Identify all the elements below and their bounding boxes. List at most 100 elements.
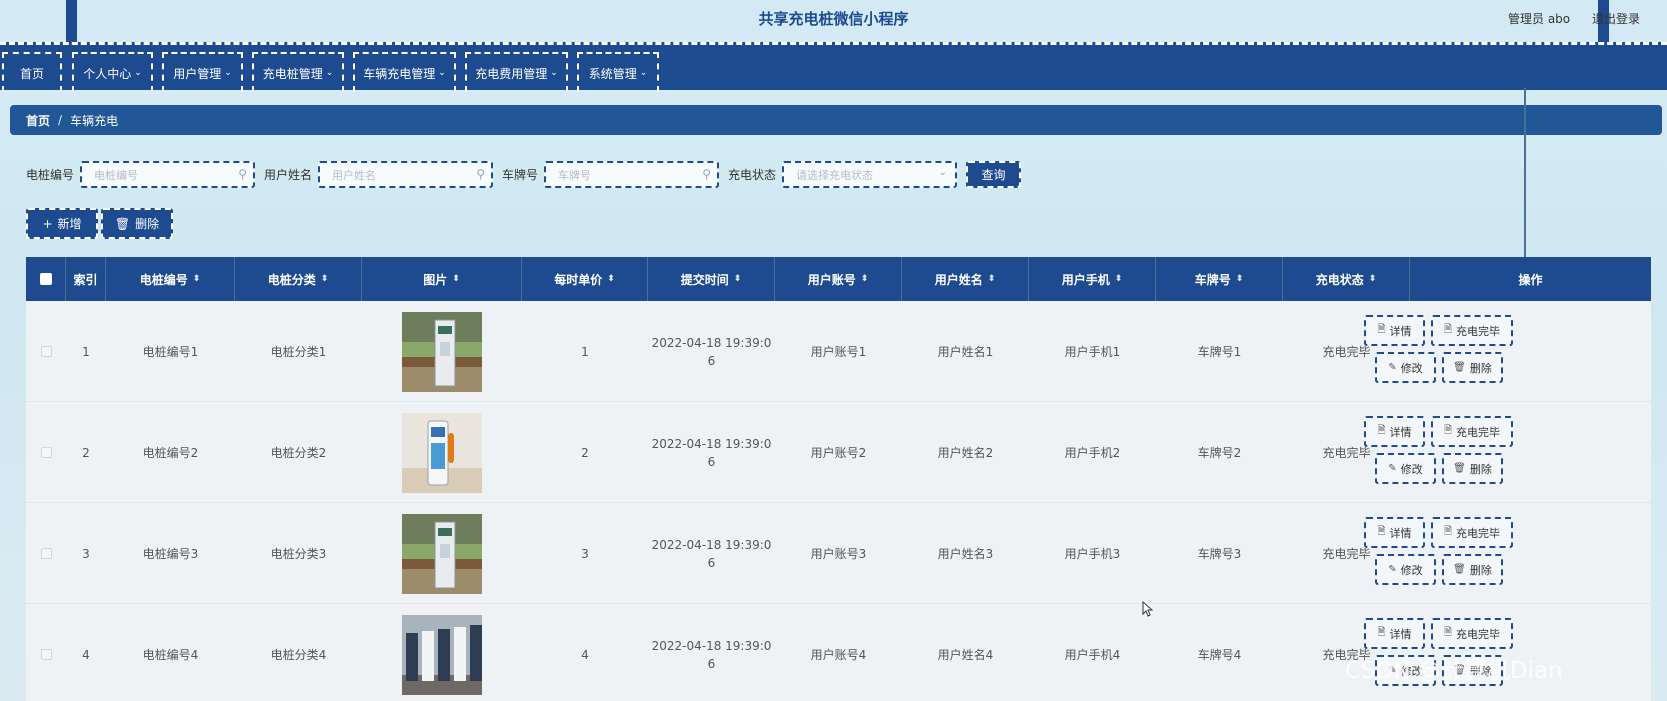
cell-index: 3: [82, 546, 90, 561]
add-button[interactable]: + 新增: [26, 208, 98, 239]
op-label: 删除: [1469, 462, 1492, 476]
col-pile-no[interactable]: 电桩编号 ⬍: [106, 257, 235, 301]
sort-icon[interactable]: ⬍: [607, 274, 615, 284]
trash-icon: 🗑: [1453, 564, 1466, 575]
batch-delete-button[interactable]: 🗑 删除: [101, 208, 173, 239]
col-submit-time[interactable]: 提交时间 ⬍: [648, 257, 775, 301]
cell-phone: 用户手机2: [1064, 446, 1121, 460]
op-label: 详情: [1389, 627, 1412, 641]
col-account[interactable]: 用户账号 ⬍: [775, 257, 902, 301]
user-name-input[interactable]: 用户姓名 ⚲: [318, 161, 493, 188]
edit-button[interactable]: ✎ 修改: [1375, 453, 1436, 484]
user-name-placeholder: 用户姓名: [332, 168, 376, 182]
col-label: 电桩编号: [139, 272, 188, 287]
delete-button[interactable]: 🗑 删除: [1442, 352, 1503, 383]
cell-pile-no: 电桩编号2: [142, 446, 199, 460]
op-label: 删除: [1469, 361, 1492, 375]
pile-no-input[interactable]: 电桩编号 ⚲: [80, 161, 255, 188]
sort-icon[interactable]: ⬍: [988, 274, 996, 284]
col-image[interactable]: 图片 ⬍: [362, 257, 522, 301]
divider-line: [1524, 88, 1526, 266]
sort-icon[interactable]: ⬍: [1236, 274, 1244, 284]
edit-button[interactable]: ✎ 修改: [1375, 352, 1436, 383]
detail-button[interactable]: 🗎 详情: [1364, 315, 1425, 346]
complete-charge-button[interactable]: 🗎 充电完毕: [1431, 315, 1513, 346]
status-placeholder: 请选择充电状态: [796, 168, 873, 182]
delete-label: 删除: [135, 217, 160, 231]
delete-button[interactable]: 🗑 删除: [1442, 453, 1503, 484]
cell-operations: 🗎 详情 🗎 充电完毕 ✎ 修改 🗑 删除: [1364, 503, 1651, 604]
charging-table: 索引 电桩编号 ⬍ 电桩分类 ⬍ 图片 ⬍ 每时单价 ⬍ 提交时间 ⬍ 用户账号 ⬍ 用户姓…: [26, 257, 1651, 701]
nav-item-pile-management[interactable]: 充电桩管理 ⌄: [252, 52, 344, 92]
cell-index: 2: [82, 445, 90, 460]
nav-item-fee-management[interactable]: 充电费用管理 ⌄: [465, 52, 568, 92]
detail-button[interactable]: 🗎 详情: [1364, 416, 1425, 447]
status-select[interactable]: 请选择充电状态 ⌄: [782, 161, 957, 188]
add-label: 新增: [57, 217, 82, 231]
sort-icon[interactable]: ⬍: [321, 274, 329, 284]
nav-item-user-management[interactable]: 用户管理 ⌄: [162, 52, 243, 92]
sort-icon[interactable]: ⬍: [734, 274, 742, 284]
plate-placeholder: 车牌号: [558, 168, 591, 182]
nav-item-system-management[interactable]: 系统管理 ⌄: [577, 52, 659, 92]
trash-icon: 🗑: [114, 216, 131, 231]
col-label: 操作: [1518, 272, 1543, 287]
detail-button[interactable]: 🗎 详情: [1364, 517, 1425, 548]
charger-photo[interactable]: [402, 311, 482, 392]
complete-charge-button[interactable]: 🗎 充电完毕: [1431, 416, 1513, 447]
charger-photo[interactable]: [402, 614, 482, 695]
col-phone[interactable]: 用户手机 ⬍: [1029, 257, 1156, 301]
plate-input[interactable]: 车牌号 ⚲: [544, 161, 719, 188]
cell-operations: 🗎 详情 🗎 充电完毕 ✎ 修改 🗑 删除: [1364, 301, 1651, 402]
col-price[interactable]: 每时单价 ⬍: [522, 257, 648, 301]
chevron-down-icon: ⌄: [550, 68, 558, 78]
edit-button[interactable]: ✎ 修改: [1375, 554, 1436, 585]
sort-icon[interactable]: ⬍: [1369, 274, 1377, 284]
submit-time-text: 2022-04-18 19:39:0: [651, 638, 772, 653]
nav-item-home[interactable]: 首页: [2, 52, 62, 92]
cell-pile-no: 电桩编号1: [142, 345, 199, 359]
query-button[interactable]: 查询: [966, 161, 1021, 188]
col-user-name[interactable]: 用户姓名 ⬍: [902, 257, 1029, 301]
cell-submit-time: 2022-04-18 19:39:0 6: [648, 402, 775, 503]
document-icon: 🗎: [1443, 526, 1453, 537]
nav-item-vehicle-charging[interactable]: 车辆充电管理 ⌄: [353, 52, 456, 92]
row-checkbox[interactable]: [40, 346, 52, 357]
col-label: 索引: [73, 272, 98, 287]
sort-icon[interactable]: ⬍: [452, 274, 460, 284]
logout-link[interactable]: 退出登录: [1592, 10, 1640, 27]
checkbox[interactable]: [39, 273, 52, 285]
nav-item-personal-center[interactable]: 个人中心 ⌄: [72, 52, 153, 92]
sort-icon[interactable]: ⬍: [193, 274, 201, 284]
breadcrumb-home[interactable]: 首页: [26, 112, 50, 129]
charger-photo[interactable]: [402, 412, 482, 493]
select-all-checkbox[interactable]: [26, 257, 66, 301]
col-category[interactable]: 电桩分类 ⬍: [235, 257, 362, 301]
plus-icon: +: [42, 216, 53, 231]
cell-operations: 🗎 详情 🗎 充电完毕 ✎ 修改 🗑 删除: [1364, 402, 1651, 503]
row-checkbox[interactable]: [40, 447, 52, 458]
sort-icon[interactable]: ⬍: [1115, 274, 1123, 284]
sort-icon[interactable]: ⬍: [861, 274, 869, 284]
charger-photo[interactable]: [402, 513, 482, 594]
col-status[interactable]: 充电状态 ⬍: [1283, 257, 1410, 301]
plate-label: 车牌号: [502, 168, 539, 182]
document-icon: 🗎: [1443, 425, 1453, 436]
row-checkbox[interactable]: [40, 548, 52, 559]
table-row: 2 电桩编号2 电桩分类2 2 2022-04-18 19:39:0 6 用户账号2 用户姓名…: [26, 402, 1651, 503]
col-plate[interactable]: 车牌号 ⬍: [1156, 257, 1283, 301]
cell-image: [362, 402, 522, 503]
cell-image: [362, 503, 522, 604]
cell-account: 用户账号4: [810, 648, 867, 662]
cell-plate: 车牌号2: [1197, 446, 1242, 460]
chevron-down-icon: ⌄: [438, 68, 446, 78]
col-label: 用户账号: [807, 272, 856, 287]
cell-user-name: 用户姓名2: [937, 446, 994, 460]
delete-button[interactable]: 🗑 删除: [1442, 554, 1503, 585]
row-checkbox[interactable]: [40, 649, 52, 660]
complete-charge-button[interactable]: 🗎 充电完毕: [1431, 517, 1513, 548]
table-header: 索引 电桩编号 ⬍ 电桩分类 ⬍ 图片 ⬍ 每时单价 ⬍ 提交时间 ⬍ 用户账号 ⬍ 用户姓…: [26, 257, 1651, 301]
col-label: 提交时间: [680, 272, 729, 287]
detail-button[interactable]: 🗎 详情: [1364, 618, 1425, 649]
complete-charge-button[interactable]: 🗎 充电完毕: [1431, 618, 1513, 649]
